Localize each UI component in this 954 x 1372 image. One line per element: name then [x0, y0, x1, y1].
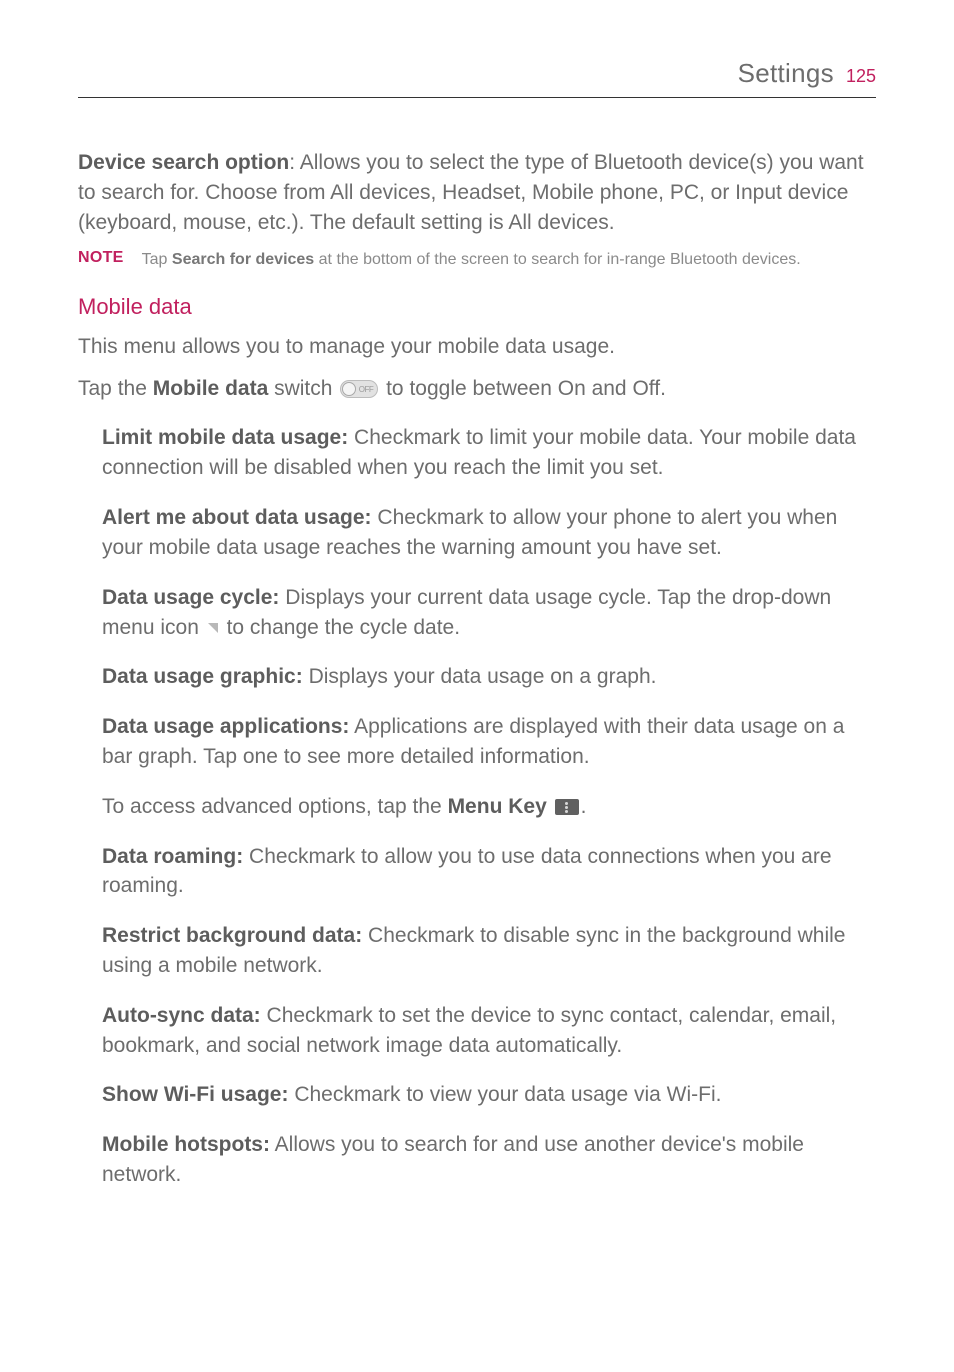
- restrict-background: Restrict background data: Checkmark to d…: [102, 921, 876, 981]
- note-text: Tap Search for devices at the bottom of …: [142, 249, 801, 271]
- hotspot-label: Mobile hotspots:: [102, 1133, 270, 1156]
- advanced-post: .: [581, 795, 587, 818]
- menu-key-label: Menu Key: [448, 795, 547, 818]
- wifi-label: Show Wi-Fi usage:: [102, 1083, 288, 1106]
- dropdown-triangle-icon: [208, 623, 218, 633]
- graphic-text: Displays your data usage on a graph.: [303, 665, 657, 688]
- advanced-pre: To access advanced options, tap the: [102, 795, 448, 818]
- menu-key-icon: [555, 799, 579, 815]
- graphic-label: Data usage graphic:: [102, 665, 303, 688]
- advanced-options: To access advanced options, tap the Menu…: [102, 792, 876, 822]
- note-post: at the bottom of the screen to search fo…: [314, 251, 801, 268]
- apps-label: Data usage applications:: [102, 715, 349, 738]
- switch-post: to toggle between On and Off.: [380, 377, 666, 400]
- mobile-data-intro: This menu allows you to manage your mobi…: [78, 332, 876, 362]
- data-usage-applications: Data usage applications: Applications ar…: [102, 712, 876, 772]
- page-number: 125: [846, 66, 876, 87]
- note-label: NOTE: [78, 249, 124, 271]
- header-title: Settings: [738, 58, 834, 89]
- switch-mid: switch: [268, 377, 338, 400]
- mobile-data-heading: Mobile data: [78, 294, 876, 320]
- data-usage-graphic: Data usage graphic: Displays your data u…: [102, 662, 876, 692]
- alert-label: Alert me about data usage:: [102, 506, 372, 529]
- show-wifi-usage: Show Wi-Fi usage: Checkmark to view your…: [102, 1080, 876, 1110]
- data-roaming: Data roaming: Checkmark to allow you to …: [102, 842, 876, 902]
- auto-sync-data: Auto-sync data: Checkmark to set the dev…: [102, 1001, 876, 1061]
- mobile-hotspots: Mobile hotspots: Allows you to search fo…: [102, 1130, 876, 1190]
- limit-mobile-data: Limit mobile data usage: Checkmark to li…: [102, 423, 876, 483]
- note-block: NOTE Tap Search for devices at the botto…: [78, 249, 876, 271]
- cycle-label: Data usage cycle:: [102, 586, 279, 609]
- switch-pre: Tap the: [78, 377, 153, 400]
- autosync-label: Auto-sync data:: [102, 1004, 261, 1027]
- page-header: Settings 125: [78, 58, 876, 98]
- note-bold: Search for devices: [172, 251, 314, 268]
- note-pre: Tap: [142, 251, 172, 268]
- device-search-label: Device search option: [78, 151, 289, 174]
- toggle-off-icon: [340, 380, 378, 398]
- limit-label: Limit mobile data usage:: [102, 426, 348, 449]
- wifi-text: Checkmark to view your data usage via Wi…: [288, 1083, 721, 1106]
- alert-data-usage: Alert me about data usage: Checkmark to …: [102, 503, 876, 563]
- restrict-label: Restrict background data:: [102, 924, 362, 947]
- device-search-paragraph: Device search option: Allows you to sele…: [78, 148, 876, 237]
- cycle-post: to change the cycle date.: [221, 616, 460, 639]
- mobile-data-switch-para: Tap the Mobile data switch to toggle bet…: [78, 374, 876, 404]
- data-usage-cycle: Data usage cycle: Displays your current …: [102, 583, 876, 643]
- roaming-label: Data roaming:: [102, 845, 243, 868]
- switch-bold: Mobile data: [153, 377, 269, 400]
